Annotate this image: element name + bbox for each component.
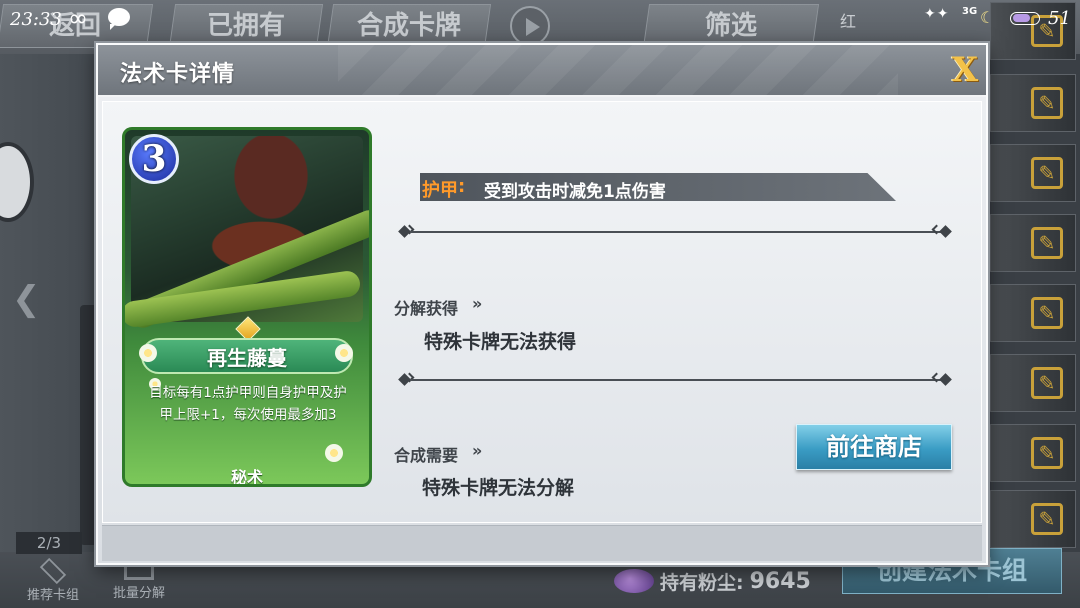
batch-decompose-button[interactable]: 批量分解 xyxy=(104,560,174,601)
sparkle-icon: ✦✦ xyxy=(924,6,950,22)
card-description: 目标每有1点护甲则自身护甲及护甲上限+1，每次使用最多加3 xyxy=(149,385,347,423)
flower-icon xyxy=(335,344,353,362)
batch-decompose-label: 批量分解 xyxy=(112,586,165,601)
double-chevron-right-icon: » xyxy=(472,294,483,313)
dust-value: 9645 xyxy=(749,568,811,594)
page-indicator: 2/3 xyxy=(16,532,82,554)
play-icon[interactable] xyxy=(510,6,550,46)
tab-owned[interactable]: 已拥有 xyxy=(168,4,324,48)
keyword-colon: : xyxy=(458,176,466,197)
go-to-shop-button[interactable]: 前往商店 xyxy=(796,424,952,470)
spell-card: 3 再生藤蔓 目标每有1点护甲则自身护甲及护甲上限+1，每次使用最多加3 秘术 xyxy=(122,127,372,487)
diamond-icon xyxy=(939,373,952,386)
go-to-shop-label: 前往商店 xyxy=(826,433,922,461)
color-filter-label: 红 xyxy=(840,12,857,31)
edit-icon[interactable]: ✎ xyxy=(1031,87,1063,119)
section-divider xyxy=(398,224,954,239)
section-divider xyxy=(398,372,954,387)
divider-line xyxy=(410,231,944,233)
tab-compose[interactable]: 合成卡牌 xyxy=(326,4,492,48)
battery-level: 51 xyxy=(1048,8,1071,29)
dust-counter: 持有粉尘: 9645 xyxy=(614,566,811,596)
edit-icon[interactable]: ✎ xyxy=(1031,437,1063,469)
status-time: 23:33 xyxy=(10,9,62,30)
flower-icon xyxy=(325,444,343,462)
network-type: 3G xyxy=(962,6,978,17)
infinity-icon: ∞ xyxy=(68,4,88,32)
recommend-deck-button[interactable]: 推荐卡组 xyxy=(18,557,88,603)
double-chevron-right-icon: » xyxy=(472,441,483,460)
close-icon[interactable]: X xyxy=(948,53,982,89)
dialog-footer xyxy=(102,525,982,561)
keyword-name: 护甲 xyxy=(422,180,458,201)
decompose-value: 特殊卡牌无法获得 xyxy=(424,331,577,353)
divider-line xyxy=(410,379,944,381)
edit-icon[interactable]: ✎ xyxy=(1031,227,1063,259)
synthesis-label: 合成需要 xyxy=(394,446,459,465)
diamond-icon xyxy=(939,225,952,238)
edit-icon[interactable]: ✎ xyxy=(1031,297,1063,329)
card-list-item[interactable]: ✎ xyxy=(990,144,1076,202)
recommend-deck-label: 推荐卡组 xyxy=(26,588,79,603)
decompose-label: 分解获得 xyxy=(394,299,459,318)
left-arrow-icon[interactable]: ❮ xyxy=(12,282,68,316)
edit-icon[interactable]: ✎ xyxy=(1031,503,1063,535)
edit-icon[interactable]: ✎ xyxy=(1031,367,1063,399)
filter-button[interactable]: 筛选 xyxy=(642,4,820,48)
card-list-item[interactable]: ✎ xyxy=(990,284,1076,342)
deck-icon xyxy=(39,557,67,585)
chat-bubble-icon xyxy=(108,8,130,30)
battery-icon xyxy=(1010,12,1040,25)
card-list-item[interactable]: ✎ xyxy=(990,214,1076,272)
filter-label: 筛选 xyxy=(704,11,757,41)
flower-icon xyxy=(139,344,157,362)
moon-icon: ☾ xyxy=(980,8,995,27)
spell-card-detail-dialog: 法术卡详情 X 3 再生藤蔓 目标每有1点护甲则自身护甲及护甲上限+1，每次使用… xyxy=(96,43,988,565)
card-list-item[interactable]: ✎ xyxy=(990,490,1076,548)
dialog-header: 法术卡详情 X xyxy=(98,45,986,97)
keyword-effect: 受到攻击时减免1点伤害 xyxy=(484,182,666,202)
card-name: 再生藤蔓 xyxy=(207,346,287,370)
card-list-item[interactable]: ✎ xyxy=(990,74,1076,132)
tab-owned-label: 已拥有 xyxy=(206,11,285,41)
card-list-item[interactable]: ✎ xyxy=(990,424,1076,482)
tab-compose-label: 合成卡牌 xyxy=(356,11,461,41)
card-type: 秘术 xyxy=(230,468,263,487)
card-cost: 3 xyxy=(129,134,179,184)
synthesis-value: 特殊卡牌无法分解 xyxy=(422,477,575,499)
card-list-item[interactable]: ✎ xyxy=(990,354,1076,412)
dust-label: 持有粉尘: xyxy=(660,571,744,594)
dialog-title: 法术卡详情 xyxy=(120,62,236,87)
edit-icon[interactable]: ✎ xyxy=(1031,157,1063,189)
dust-gem-icon xyxy=(614,569,654,593)
